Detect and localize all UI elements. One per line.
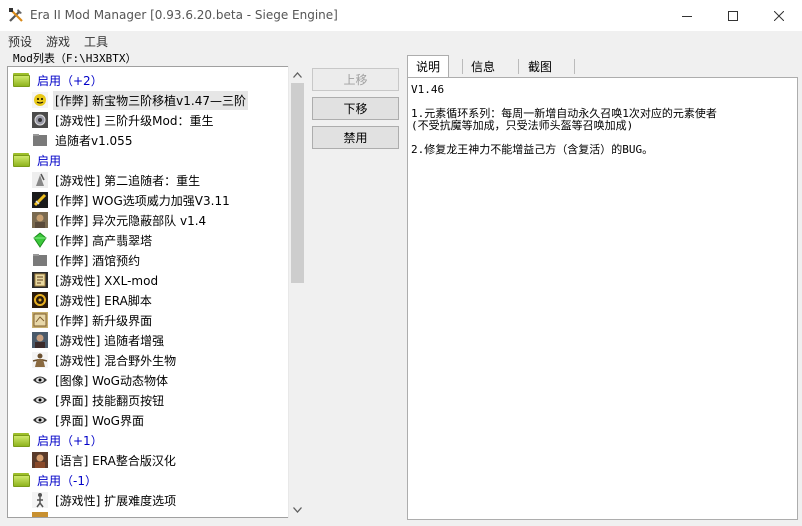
era-icon	[32, 292, 48, 308]
sword-icon	[32, 192, 48, 208]
menu-bar: 预设 游戏 工具	[0, 31, 802, 51]
close-button[interactable]	[756, 0, 802, 31]
grey-folder-icon	[33, 254, 47, 266]
mod-item[interactable]: [游戏性] ERA脚本	[32, 290, 154, 310]
scroll-up-arrow[interactable]	[289, 66, 305, 83]
mod-item-partial[interactable]	[32, 510, 53, 517]
description-item-1: 1.元素循环系列：每周一新增自动永久召唤1次对应的元素使者 (不受抗魔等加成，只…	[411, 107, 717, 132]
group-enabled[interactable]: 启用	[13, 150, 63, 170]
version-line: V1.46	[411, 83, 445, 96]
group-enabled-plus2[interactable]: 启用（+2）	[13, 70, 105, 90]
mod-item[interactable]: [游戏性] 混合野外生物	[32, 350, 178, 370]
folder-icon	[13, 73, 30, 87]
title-bar[interactable]: Era II Mod Manager [0.93.6.20.beta - Sie…	[0, 0, 802, 31]
disable-button[interactable]: 禁用	[312, 126, 399, 149]
folder-icon	[13, 473, 30, 487]
mod-list-label: Mod列表（F:\H3XBTX）	[12, 50, 138, 66]
tab-divider	[518, 59, 519, 74]
tab-screenshots[interactable]: 截图	[520, 56, 560, 77]
mod-icon	[32, 512, 48, 517]
portrait-icon	[32, 332, 48, 348]
scroll-icon	[32, 272, 48, 288]
tab-divider	[574, 59, 575, 74]
group-enabled-minus1[interactable]: 启用（-1）	[13, 470, 99, 490]
mod-item[interactable]: [游戏性] XXL-mod	[32, 270, 160, 290]
mod-item[interactable]: [作弊] 高产翡翠塔	[32, 230, 154, 250]
mod-item[interactable]: [作弊] WOG选项威力加强V3.11	[32, 190, 232, 210]
eye-icon	[33, 376, 47, 384]
mod-item[interactable]: [游戏性] 扩展难度选项	[32, 490, 178, 510]
mod-item[interactable]: [语言] ERA整合版汉化	[32, 450, 178, 470]
chevron-up-icon	[292, 71, 302, 78]
gear-icon	[32, 112, 48, 128]
mod-item[interactable]: [作弊] 酒馆预约	[32, 250, 142, 270]
menu-game[interactable]: 游戏	[46, 33, 70, 50]
mod-item[interactable]: [作弊] 异次元隐蔽部队 v1.4	[32, 210, 208, 230]
move-up-button[interactable]: 上移	[312, 68, 399, 91]
mod-item[interactable]: [界面] 技能翻页按钮	[32, 390, 166, 410]
mod-item[interactable]: [游戏性] 第二追随者：重生	[32, 170, 202, 190]
folder-icon	[13, 433, 30, 447]
mod-item[interactable]: [图像] WoG动态物体	[32, 370, 170, 390]
eye-icon	[33, 396, 47, 404]
window-title: Era II Mod Manager [0.93.6.20.beta - Sie…	[30, 8, 338, 22]
close-icon	[774, 10, 784, 21]
tab-description[interactable]: 说明	[407, 55, 450, 77]
mod-item[interactable]: [游戏性] 三阶升级Mod：重生	[32, 110, 216, 130]
map-icon	[32, 312, 48, 328]
chevron-down-icon	[292, 506, 302, 513]
scroll-thumb[interactable]	[291, 83, 304, 283]
figure-icon	[32, 492, 48, 508]
portrait-icon	[32, 212, 48, 228]
mod-tree-scrollbar[interactable]	[288, 66, 305, 518]
knight-icon	[32, 172, 48, 188]
minimize-button[interactable]	[664, 0, 710, 31]
mod-item[interactable]: [界面] WoG界面	[32, 410, 146, 430]
folder-icon	[13, 153, 30, 167]
tools-icon	[9, 8, 23, 22]
description-pane[interactable]: V1.46 1.元素循环系列：每周一新增自动永久召唤1次对应的元素使者 (不受抗…	[407, 77, 798, 520]
mod-tree[interactable]: 启用（+2） [作弊] 新宝物三阶移植v1.47—三阶 [游戏性] 三阶升级Mo…	[7, 66, 305, 518]
move-down-button[interactable]: 下移	[312, 97, 399, 120]
maximize-button[interactable]	[710, 0, 756, 31]
mod-item[interactable]: [作弊] 新升级界面	[32, 310, 154, 330]
detail-tabs: 说明 信息 截图	[407, 55, 797, 77]
tab-info[interactable]: 信息	[463, 56, 503, 77]
mod-item[interactable]: [作弊] 新宝物三阶移植v1.47—三阶	[32, 90, 248, 110]
grey-folder-icon	[33, 134, 47, 146]
menu-tools[interactable]: 工具	[84, 33, 108, 50]
smiley-icon	[32, 92, 48, 108]
scroll-down-arrow[interactable]	[289, 501, 305, 518]
portrait-icon	[32, 452, 48, 468]
mod-item[interactable]: 追随者v1.055	[32, 130, 134, 150]
minimize-icon	[682, 15, 692, 17]
maximize-icon	[728, 10, 738, 21]
menu-presets[interactable]: 预设	[8, 33, 32, 50]
mod-item[interactable]: [游戏性] 追随者增强	[32, 330, 166, 350]
monster-icon	[32, 352, 48, 368]
description-item-2: 2.修复龙王神力不能增益己方（含复活）的BUG。	[411, 143, 654, 156]
eye-icon	[33, 416, 47, 424]
group-enabled-plus1[interactable]: 启用（+1）	[13, 430, 105, 450]
emerald-icon	[33, 232, 47, 248]
